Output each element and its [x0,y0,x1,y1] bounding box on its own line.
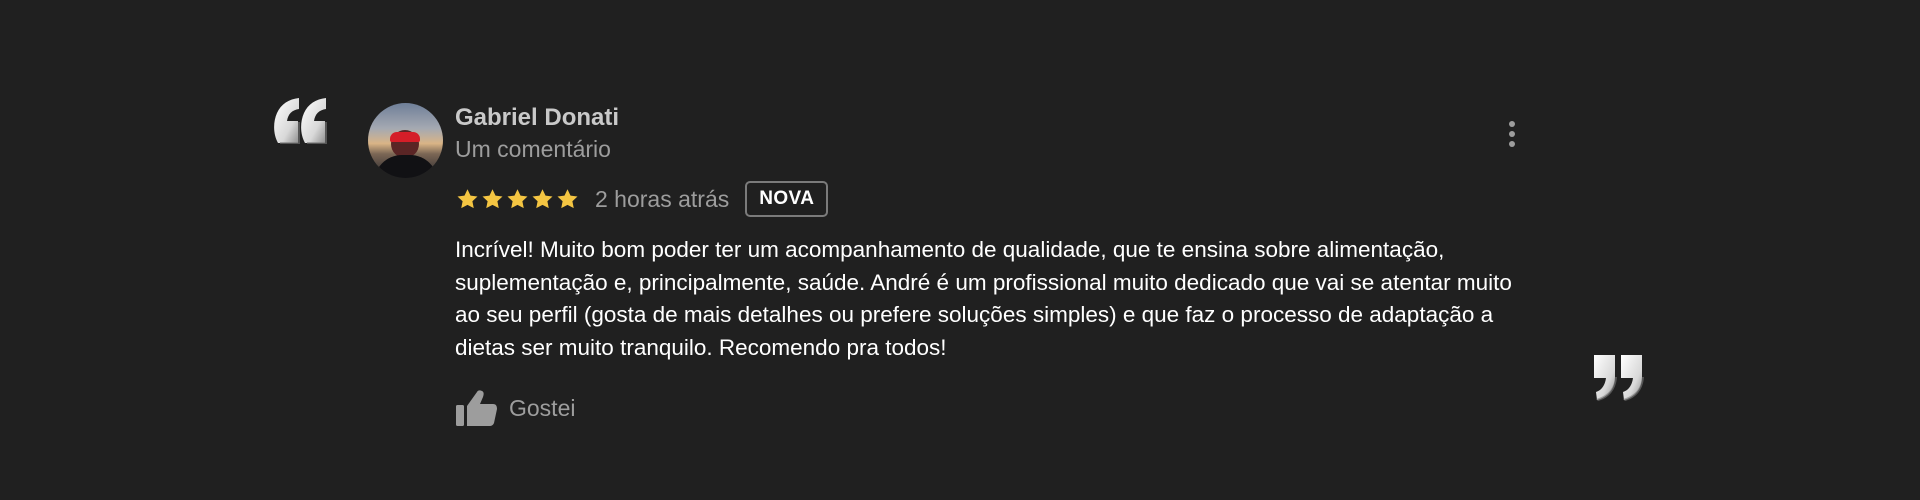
star-rating [455,187,580,212]
quote-open-icon [274,98,327,144]
like-label: Gostei [509,395,576,421]
avatar-body-shape [374,155,438,178]
more-options-button[interactable] [1496,118,1528,150]
star-icon [482,188,503,208]
rating-row: 2 horas atrás NOVA [455,180,829,218]
more-vertical-icon [1509,121,1515,147]
quote-close-icon [1594,355,1644,401]
like-button[interactable]: Gostei [455,388,575,428]
new-review-badge: NOVA [745,181,829,217]
avatar [368,103,443,178]
star-icon [507,188,528,208]
review-time-ago: 2 horas atrás [595,186,730,212]
star-icon [457,188,478,208]
star-icon [532,188,553,208]
review-text: Incrível! Muito bom poder ter um acompan… [455,237,1512,360]
review-card-page: Gabriel Donati Um comentário 2 horas atr… [0,0,1920,500]
avatar-cap-shape [390,132,420,142]
thumbs-up-icon [456,390,497,426]
author-name: Gabriel Donati [455,104,620,131]
author-comment-count: Um comentário [455,136,611,162]
star-icon [557,188,578,208]
